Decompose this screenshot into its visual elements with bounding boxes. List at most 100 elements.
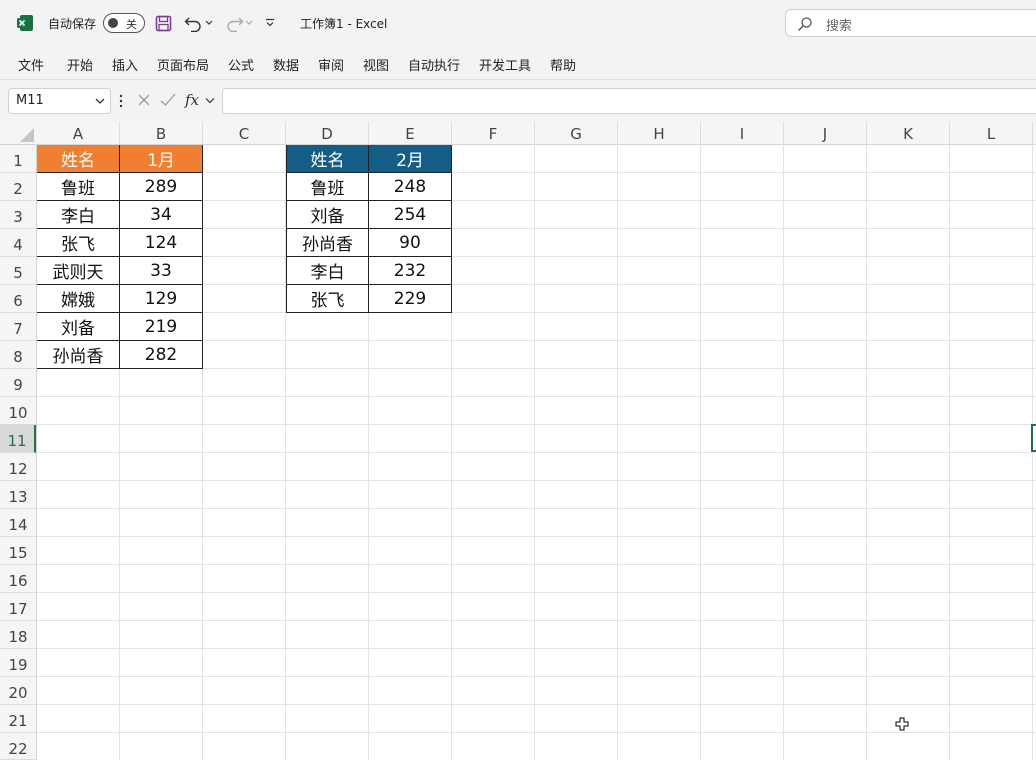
table1-cell-name[interactable]: 张飞: [37, 229, 120, 257]
table1-cell-value[interactable]: 34: [120, 201, 203, 229]
column-header-d[interactable]: D: [286, 122, 369, 145]
row-header[interactable]: 1: [0, 145, 36, 173]
tab-help[interactable]: 帮助: [550, 55, 576, 74]
table2-cell-name[interactable]: 刘备: [286, 201, 369, 229]
row-header[interactable]: 13: [0, 481, 36, 509]
table1-cell-name[interactable]: 刘备: [37, 313, 120, 341]
column-header-a[interactable]: A: [37, 122, 120, 145]
column-header-c[interactable]: C: [203, 122, 286, 145]
row-header[interactable]: 12: [0, 453, 36, 481]
customize-toolbar-icon[interactable]: [265, 18, 275, 28]
column-header-h[interactable]: H: [618, 122, 701, 145]
tab-view[interactable]: 视图: [363, 55, 389, 74]
worksheet-grid[interactable]: 姓名 1月 鲁班 289 李白 34 张飞 124 武则天 33 嫦娥 129 …: [37, 145, 1036, 760]
table2-cell-name[interactable]: 李白: [286, 257, 369, 285]
table1-cell-value[interactable]: 289: [120, 173, 203, 201]
row-header[interactable]: 6: [0, 285, 36, 313]
table1-header-month[interactable]: 1月: [120, 145, 203, 173]
select-all-corner[interactable]: [0, 122, 37, 145]
table2-cell-value[interactable]: 90: [369, 229, 452, 257]
fx-dropdown-icon[interactable]: [205, 97, 215, 105]
table1-cell-value[interactable]: 33: [120, 257, 203, 285]
table1-cell-name[interactable]: 武则天: [37, 257, 120, 285]
row-header[interactable]: 14: [0, 509, 36, 537]
insert-function-button[interactable]: fx: [185, 91, 199, 109]
tab-automate[interactable]: 自动执行: [408, 55, 460, 74]
tab-insert[interactable]: 插入: [112, 55, 138, 74]
undo-icon[interactable]: [184, 14, 204, 32]
table2-cell-value[interactable]: 254: [369, 201, 452, 229]
row-header-selected[interactable]: 11: [0, 425, 36, 453]
column-header-f[interactable]: F: [452, 122, 535, 145]
table2-cell-name[interactable]: 鲁班: [286, 173, 369, 201]
table2-cell-value[interactable]: 229: [369, 285, 452, 313]
table1-cell-value[interactable]: 124: [120, 229, 203, 257]
table1-cell-name[interactable]: 孙尚香: [37, 341, 120, 369]
row-header[interactable]: 16: [0, 565, 36, 593]
search-icon: [798, 17, 812, 31]
table2-cell-value[interactable]: 248: [369, 173, 452, 201]
row-header[interactable]: 15: [0, 537, 36, 565]
undo-dropdown-icon[interactable]: [205, 20, 213, 26]
chevron-down-icon[interactable]: [95, 95, 105, 107]
row-header[interactable]: 3: [0, 201, 36, 229]
tab-data[interactable]: 数据: [273, 55, 299, 74]
row-header[interactable]: 21: [0, 705, 36, 733]
ribbon-tabs: 文件 开始 插入 页面布局 公式 数据 审阅 视图 自动执行 开发工具 帮助: [0, 46, 1036, 80]
gridline: [37, 508, 1036, 509]
cancel-icon[interactable]: [136, 91, 152, 109]
table1-cell-value[interactable]: 129: [120, 285, 203, 313]
gridline: [37, 648, 1036, 649]
active-cell-indicator: [1031, 424, 1036, 452]
row-header[interactable]: 22: [0, 733, 36, 760]
column-header-i[interactable]: I: [701, 122, 784, 145]
redo-icon[interactable]: [224, 14, 244, 32]
more-options-icon[interactable]: [119, 94, 123, 108]
formula-input[interactable]: [222, 88, 1036, 114]
row-header[interactable]: 5: [0, 257, 36, 285]
row-header[interactable]: 4: [0, 229, 36, 257]
row-header[interactable]: 9: [0, 369, 36, 397]
workbook-title: 工作簿1 - Excel: [300, 16, 388, 31]
tab-file[interactable]: 文件: [18, 55, 44, 74]
redo-dropdown-icon[interactable]: [245, 20, 253, 26]
row-header[interactable]: 8: [0, 341, 36, 369]
enter-icon[interactable]: [159, 91, 177, 109]
search-box[interactable]: 搜索: [785, 9, 1036, 37]
tab-developer[interactable]: 开发工具: [479, 55, 531, 74]
gridline: [37, 732, 1036, 733]
tab-review[interactable]: 审阅: [318, 55, 344, 74]
tab-home[interactable]: 开始: [67, 55, 93, 74]
row-header[interactable]: 20: [0, 677, 36, 705]
row-header[interactable]: 7: [0, 313, 36, 341]
row-header[interactable]: 19: [0, 649, 36, 677]
table1-header-name[interactable]: 姓名: [37, 145, 120, 173]
table2-cell-value[interactable]: 232: [369, 257, 452, 285]
row-header[interactable]: 18: [0, 621, 36, 649]
row-header[interactable]: 2: [0, 173, 36, 201]
table1-cell-value[interactable]: 219: [120, 313, 203, 341]
table2-cell-name[interactable]: 张飞: [286, 285, 369, 313]
table1-cell-name[interactable]: 鲁班: [37, 173, 120, 201]
name-box[interactable]: M11: [8, 88, 111, 114]
table2-cell-name[interactable]: 孙尚香: [286, 229, 369, 257]
table2-header-name[interactable]: 姓名: [286, 145, 369, 173]
column-header-b[interactable]: B: [120, 122, 203, 145]
column-header-k[interactable]: K: [867, 122, 950, 145]
tab-page-layout[interactable]: 页面布局: [157, 55, 209, 74]
table1-cell-name[interactable]: 嫦娥: [37, 285, 120, 313]
column-header-l[interactable]: L: [950, 122, 1033, 145]
save-icon[interactable]: [155, 15, 172, 32]
tab-formulas[interactable]: 公式: [228, 55, 254, 74]
column-header-j[interactable]: J: [784, 122, 867, 145]
row-header[interactable]: 17: [0, 593, 36, 621]
table2-header-month[interactable]: 2月: [369, 145, 452, 173]
row-header[interactable]: 10: [0, 397, 36, 425]
autosave-toggle[interactable]: 关: [103, 13, 145, 33]
column-header-e[interactable]: E: [369, 122, 452, 145]
table1-cell-value[interactable]: 282: [120, 341, 203, 369]
table1-cell-name[interactable]: 李白: [37, 201, 120, 229]
toggle-state-label: 关: [126, 18, 137, 31]
column-header-g[interactable]: G: [535, 122, 618, 145]
gridline: [37, 452, 1036, 453]
